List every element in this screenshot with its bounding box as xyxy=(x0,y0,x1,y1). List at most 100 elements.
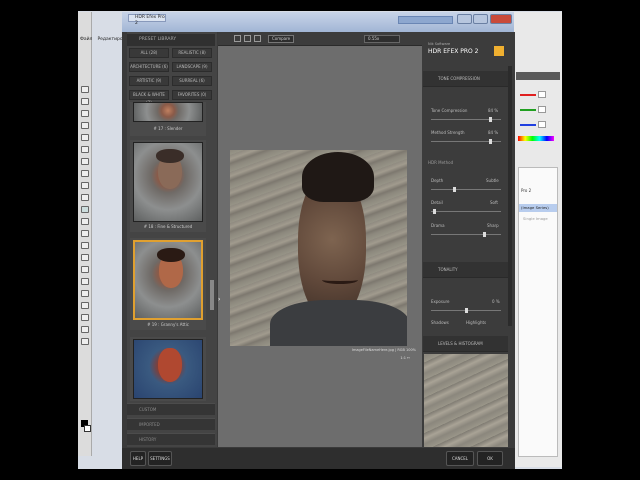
background-color-swatch[interactable] xyxy=(84,425,91,432)
split-view-icon[interactable] xyxy=(244,35,251,42)
cancel-button[interactable]: CANCEL xyxy=(446,451,474,466)
help-button[interactable]: HELP xyxy=(130,451,146,466)
hdr-method-label[interactable]: HDR Method xyxy=(428,160,453,165)
close-button[interactable] xyxy=(490,14,512,24)
depth-slider[interactable] xyxy=(431,187,501,192)
hair-shape xyxy=(156,149,184,163)
slider-handle[interactable] xyxy=(465,308,468,313)
history-section[interactable]: HISTORY xyxy=(127,433,215,445)
preset-thumbnail xyxy=(133,339,203,399)
gradient-tool-icon[interactable] xyxy=(81,218,89,225)
filter-realistic[interactable]: REALISTIC (8) xyxy=(172,48,212,58)
layer-label[interactable]: Pro 2 xyxy=(521,188,531,193)
drama-value: Sharp xyxy=(487,223,499,228)
menu-file[interactable]: Файл xyxy=(80,37,92,42)
drama-label: Drama xyxy=(431,223,445,228)
minimize-button[interactable] xyxy=(457,14,472,24)
maximize-button[interactable] xyxy=(473,14,488,24)
side-view-icon[interactable] xyxy=(254,35,261,42)
path-select-icon[interactable] xyxy=(81,278,89,285)
red-slider[interactable] xyxy=(520,94,536,96)
section-levels-histogram[interactable]: LEVELS & HISTOGRAM xyxy=(423,336,508,352)
loupe-preview xyxy=(424,354,508,447)
method-strength-value: 84 % xyxy=(488,130,499,135)
blur-tool-icon[interactable] xyxy=(81,230,89,237)
pen-tool-icon[interactable] xyxy=(81,254,89,261)
imported-section[interactable]: IMPORTED xyxy=(127,418,215,430)
file-info: ImageFileNameHere.jpg | RGB 100% xyxy=(351,348,416,352)
exposure-slider[interactable] xyxy=(431,308,501,313)
section-tone-compression[interactable]: TONE COMPRESSION xyxy=(423,71,508,87)
slider-handle[interactable] xyxy=(483,232,486,237)
face-shape xyxy=(158,348,182,382)
brush-tool-icon[interactable] xyxy=(81,170,89,177)
method-strength-label: Method Strength xyxy=(431,130,465,135)
settings-button[interactable]: SETTINGS xyxy=(148,451,172,466)
library-scrollbar[interactable] xyxy=(210,280,214,310)
preset-caption: # 18 : Fine & Structured xyxy=(143,224,193,229)
type-tool-icon[interactable] xyxy=(81,266,89,273)
3d-rotate-icon[interactable] xyxy=(81,302,89,309)
wand-tool-icon[interactable] xyxy=(81,122,89,129)
single-view-icon[interactable] xyxy=(234,35,241,42)
layer-item[interactable]: Single Image xyxy=(523,216,548,221)
slider-handle[interactable] xyxy=(489,117,492,122)
filter-architecture[interactable]: ARCHITECTURE (6) xyxy=(129,62,169,72)
window-tab[interactable]: HDR Efex Pro 2 xyxy=(128,14,166,26)
filter-surreal[interactable]: SURREAL (6) xyxy=(172,76,212,86)
filter-favorites[interactable]: FAVORITES (0) xyxy=(172,90,212,100)
tone-compression-slider[interactable] xyxy=(431,117,501,122)
library-header[interactable]: PRESET LIBRARY xyxy=(127,34,215,46)
filter-all[interactable]: ALL (28) xyxy=(129,48,169,58)
eyedropper-tool-icon[interactable] xyxy=(81,146,89,153)
slider-handle[interactable] xyxy=(433,209,436,214)
preset-card[interactable]: # 17 : Slender xyxy=(130,102,206,136)
exposure-value: 0 % xyxy=(492,299,500,304)
green-slider[interactable] xyxy=(520,109,536,111)
heal-tool-icon[interactable] xyxy=(81,158,89,165)
lasso-tool-icon[interactable] xyxy=(81,110,89,117)
stamp-tool-icon[interactable] xyxy=(81,182,89,189)
green-value[interactable] xyxy=(538,106,546,113)
compare-button[interactable]: Compare xyxy=(268,35,295,43)
blue-value[interactable] xyxy=(538,121,546,128)
crop-tool-icon[interactable] xyxy=(81,134,89,141)
preset-caption: # 17 : Slender xyxy=(153,126,183,131)
zoom-select[interactable]: 0.55x xyxy=(364,35,400,43)
3d-orbit-icon[interactable] xyxy=(81,314,89,321)
slider-handle[interactable] xyxy=(489,139,492,144)
ok-button[interactable]: OK xyxy=(477,451,503,466)
filter-artistic[interactable]: ARTISTIC (9) xyxy=(129,76,169,86)
section-tonality[interactable]: TONALITY xyxy=(423,262,508,278)
blue-slider[interactable] xyxy=(520,124,536,126)
zoom-tool-icon[interactable] xyxy=(81,338,89,345)
eraser-tool-icon[interactable] xyxy=(81,206,89,213)
detail-slider[interactable] xyxy=(431,209,501,214)
red-value[interactable] xyxy=(538,91,546,98)
slider-handle[interactable] xyxy=(453,187,456,192)
preset-card[interactable] xyxy=(130,337,206,401)
hand-tool-icon[interactable] xyxy=(81,326,89,333)
depth-label: Depth xyxy=(431,178,444,183)
tone-compression-value: 84 % xyxy=(488,108,499,113)
preset-card[interactable]: # 18 : Fine & Structured xyxy=(130,140,206,232)
custom-section[interactable]: CUSTOM xyxy=(127,403,215,415)
preview-image xyxy=(230,150,407,346)
preset-card-selected[interactable]: # 19 : Granny's Attic xyxy=(130,238,206,330)
history-brush-icon[interactable] xyxy=(81,194,89,201)
filter-black-white[interactable]: BLACK & WHITE (3) xyxy=(129,90,169,105)
marquee-tool-icon[interactable] xyxy=(81,98,89,105)
dodge-tool-icon[interactable] xyxy=(81,242,89,249)
method-strength-slider[interactable] xyxy=(431,139,501,144)
highlights-label: Highlights xyxy=(466,320,487,325)
color-ramp[interactable] xyxy=(518,136,554,141)
collapse-arrow-icon[interactable]: › xyxy=(218,296,222,308)
drama-slider[interactable] xyxy=(431,232,501,237)
shape-tool-icon[interactable] xyxy=(81,290,89,297)
move-tool-icon[interactable] xyxy=(81,86,89,93)
adjustments-scrollbar[interactable] xyxy=(508,66,512,326)
brand-area: Nik Software HDR EFEX PRO 2 xyxy=(426,34,506,64)
layer-selected[interactable]: (Image Series) xyxy=(519,204,557,212)
search-field[interactable] xyxy=(398,16,453,24)
filter-landscape[interactable]: LANDSCAPE (9) xyxy=(172,62,212,72)
